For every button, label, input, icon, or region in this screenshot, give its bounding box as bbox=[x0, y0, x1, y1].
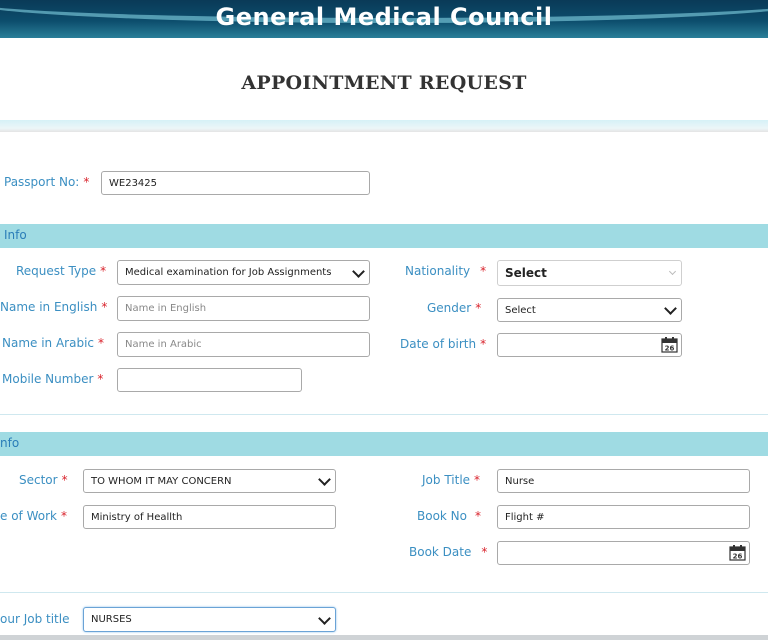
job-title-label: Job Title * bbox=[422, 473, 481, 487]
chevron-down-icon bbox=[318, 473, 331, 486]
page-bottom-bar bbox=[0, 635, 768, 640]
name-english-label: Name in English * bbox=[0, 300, 108, 314]
section-divider bbox=[0, 592, 768, 593]
nationality-label: Nationality * bbox=[405, 264, 487, 278]
job-title-input[interactable]: Nurse bbox=[497, 469, 750, 493]
section-divider bbox=[0, 414, 768, 415]
chevron-down-icon bbox=[664, 302, 677, 315]
request-type-select[interactable]: Medical examination for Job Assignments bbox=[117, 260, 370, 285]
calendar-icon[interactable]: 26 bbox=[661, 336, 678, 353]
passport-input[interactable]: WE23425 bbox=[101, 171, 370, 195]
mobile-number-label: Mobile Number * bbox=[2, 372, 104, 386]
gender-select[interactable]: Select bbox=[497, 298, 682, 322]
gender-label: Gender * bbox=[427, 301, 482, 315]
title-divider bbox=[0, 120, 768, 132]
site-title: General Medical Council bbox=[215, 3, 553, 31]
date-of-birth-label: Date of birth * bbox=[400, 337, 487, 351]
chevron-down-icon bbox=[352, 264, 365, 278]
book-date-input[interactable]: 26 bbox=[497, 541, 750, 565]
book-no-label: Book No * bbox=[417, 509, 481, 523]
place-of-work-label: e of Work * bbox=[0, 509, 67, 523]
date-of-birth-input[interactable]: 26 bbox=[497, 333, 682, 357]
section-header-personal-info: Info bbox=[0, 224, 768, 248]
book-no-input[interactable]: Flight # bbox=[497, 505, 750, 529]
mobile-number-input[interactable] bbox=[117, 368, 302, 392]
your-job-title-label: our Job title bbox=[0, 612, 70, 626]
request-type-label: Request Type * bbox=[16, 264, 107, 278]
passport-label: Passport No: * bbox=[4, 175, 90, 189]
book-date-label: Book Date * bbox=[409, 545, 488, 559]
name-english-input[interactable]: Name in English bbox=[117, 296, 370, 321]
calendar-day-text: 26 bbox=[665, 345, 675, 353]
nationality-select[interactable]: Select bbox=[497, 260, 682, 286]
name-arabic-label: Name in Arabic * bbox=[2, 336, 105, 350]
site-header: General Medical Council bbox=[0, 0, 768, 38]
section-header-job-info: nfo bbox=[0, 432, 768, 456]
name-arabic-input[interactable]: Name in Arabic bbox=[117, 332, 370, 357]
chevron-down-icon bbox=[318, 611, 331, 625]
chevron-down-icon bbox=[668, 267, 677, 276]
sector-select[interactable]: TO WHOM IT MAY CONCERN bbox=[83, 469, 336, 493]
calendar-icon[interactable]: 26 bbox=[729, 544, 746, 561]
your-job-title-select[interactable]: NURSES bbox=[83, 607, 336, 632]
place-of-work-input[interactable]: Ministry of Heallth bbox=[83, 505, 336, 529]
calendar-day-text: 26 bbox=[733, 553, 743, 561]
page-title: APPOINTMENT REQUEST bbox=[241, 72, 527, 94]
sector-label: Sector * bbox=[19, 473, 68, 487]
